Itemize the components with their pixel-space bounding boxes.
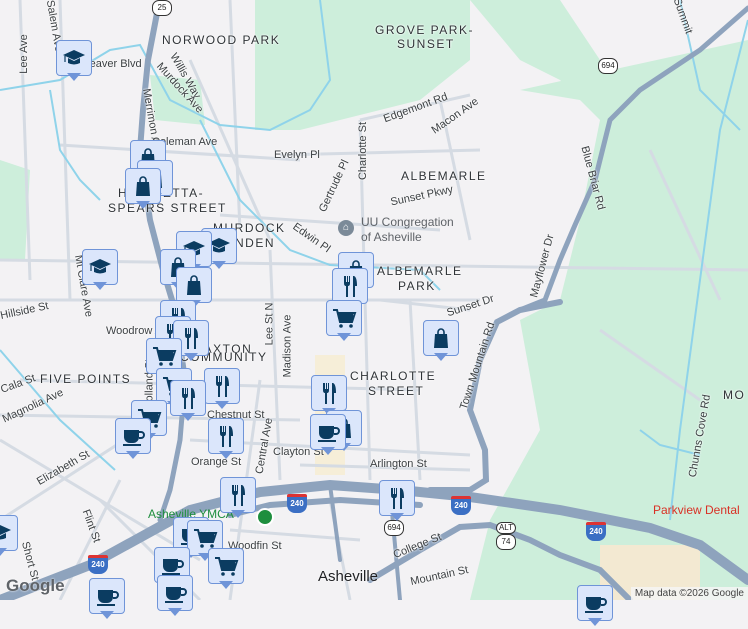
shopping-cart-icon (152, 347, 176, 367)
place-of-worship-icon[interactable]: ⌂ (338, 220, 354, 236)
i240-shield: 240 (451, 496, 471, 515)
restaurant-marker[interactable] (379, 480, 415, 524)
street-evelyn-pl: Evelyn Pl (274, 149, 320, 161)
street-lee-ave: Lee Ave (17, 34, 30, 74)
place-uu-line2: of Asheville (361, 230, 422, 244)
map-attribution[interactable]: Map data ©2026 Google (630, 587, 748, 600)
i240-shield: 240 (586, 522, 606, 541)
grocery-marker[interactable] (326, 300, 362, 344)
graduation-cap-icon (0, 524, 12, 541)
place-uu-line1: UU Congregation (361, 215, 454, 229)
us74-shield: 74 (496, 534, 516, 550)
city-label-asheville: Asheville (318, 568, 379, 585)
shopping-bag-icon (135, 176, 151, 197)
cafe-marker[interactable] (577, 585, 613, 629)
i240-shield: 240 (287, 494, 307, 513)
fork-knife-icon (344, 276, 357, 297)
street-arlington-st: Arlington St (370, 458, 427, 470)
graduation-cap-icon (88, 258, 112, 275)
ymca-pin-icon[interactable] (256, 508, 274, 526)
coffee-cup-icon (96, 589, 119, 607)
neighborhood-norwood-park: NORWOOD PARK (162, 33, 281, 47)
fork-knife-icon (216, 376, 229, 397)
restaurant-marker[interactable] (204, 368, 240, 412)
school-marker[interactable] (82, 249, 118, 293)
shopping-cart-icon (214, 557, 238, 577)
grocery-marker[interactable] (208, 548, 244, 592)
fork-knife-icon (220, 426, 233, 447)
cafe-marker[interactable] (89, 578, 125, 622)
neighborhood-mo: MO (723, 388, 746, 402)
street-charlotte-st: Charlotte St (357, 121, 370, 181)
coffee-cup-icon (584, 596, 607, 614)
neighborhood-albemarle-park-line1: ALBEMARLE (377, 264, 463, 278)
cafe-marker[interactable] (310, 414, 346, 458)
cafe-marker[interactable] (115, 418, 151, 462)
graduation-cap-icon (62, 49, 86, 66)
fork-knife-icon (232, 485, 245, 506)
neighborhood-five-points: FIVE POINTS (40, 372, 132, 386)
fork-knife-icon (391, 488, 404, 509)
neighborhood-albemarle: ALBEMARLE (401, 169, 487, 183)
shopping-marker[interactable] (423, 320, 459, 364)
coffee-cup-icon (317, 425, 340, 443)
charlotte-street-road (328, 483, 342, 562)
street-madison-ave: Madison Ave (281, 314, 294, 378)
coffee-cup-icon (122, 429, 145, 447)
restaurant-marker[interactable] (170, 380, 206, 424)
cafe-marker[interactable] (157, 575, 193, 619)
fork-knife-icon (182, 388, 195, 409)
us25-shield: 25 (152, 0, 172, 16)
place-uu-congregation[interactable]: UU Congregation of Asheville (361, 215, 454, 245)
school-marker[interactable] (56, 40, 92, 84)
nc694-shield: 694 (598, 58, 618, 74)
street-lee-st-n: Lee St N (263, 302, 276, 346)
fork-knife-icon (323, 383, 336, 404)
school-marker[interactable] (0, 515, 18, 559)
restaurant-marker[interactable] (208, 418, 244, 462)
shopping-bag-icon (433, 328, 449, 349)
neighborhood-grove-park-line2: SUNSET (397, 37, 455, 51)
shopping-bag-icon (186, 275, 202, 296)
neighborhood-charlotte-line1: CHARLOTTE (350, 369, 437, 383)
google-logo[interactable]: Google (6, 576, 65, 596)
place-parkview-dental[interactable]: Parkview Dental (653, 503, 740, 517)
restaurant-marker[interactable] (220, 477, 256, 521)
neighborhood-charlotte-line2: STREET (368, 384, 425, 398)
neighborhood-grove-park-line1: GROVE PARK- (375, 23, 474, 37)
neighborhood-albemarle-park-line2: PARK (398, 279, 436, 293)
park-area (255, 0, 470, 130)
i240-shield: 240 (88, 555, 108, 574)
map-canvas[interactable] (0, 0, 748, 600)
shopping-cart-icon (332, 309, 356, 329)
shopping-marker[interactable] (125, 168, 161, 212)
coffee-cup-icon (164, 586, 187, 604)
alt-shield: ALT (496, 522, 516, 534)
